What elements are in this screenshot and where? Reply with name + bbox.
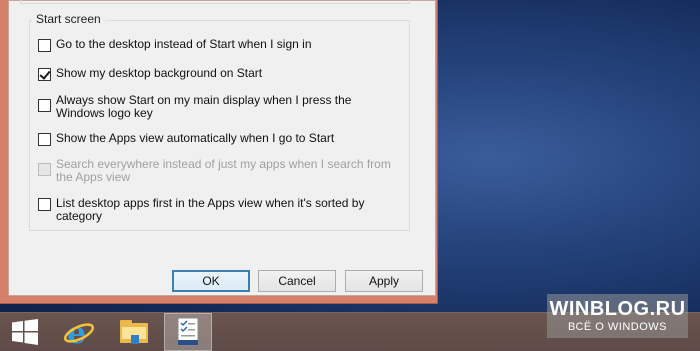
checkbox-go-to-desktop[interactable]: [38, 39, 51, 52]
previous-group-box-edge: [20, 0, 410, 4]
checkbox-show-desktop-background[interactable]: [38, 68, 51, 81]
watermark: WINBLOG.RU ВСЁ О WINDOWS: [547, 294, 688, 338]
option-show-apps-view[interactable]: Show the Apps view automatically when I …: [38, 132, 401, 146]
file-explorer-button[interactable]: [110, 313, 158, 351]
option-label: List desktop apps first in the Apps view…: [56, 196, 365, 223]
start-button[interactable]: [1, 313, 49, 351]
group-title: Start screen: [32, 12, 105, 26]
option-label: Show my desktop background on Start: [56, 66, 263, 80]
apply-button[interactable]: Apply: [345, 270, 423, 292]
taskbar-properties-button[interactable]: [164, 313, 212, 351]
cancel-button[interactable]: Cancel: [258, 270, 336, 292]
checkbox-list-desktop-apps-first[interactable]: [38, 198, 51, 211]
ok-button[interactable]: OK: [172, 270, 250, 292]
checkbox-show-apps-view[interactable]: [38, 133, 51, 146]
option-label: Search everywhere instead of just my app…: [56, 157, 391, 184]
option-label: Go to the desktop instead of Start when …: [56, 37, 312, 51]
option-label: Show the Apps view automatically when I …: [56, 131, 335, 145]
watermark-subtitle: ВСЁ О WINDOWS: [567, 321, 668, 333]
checkbox-show-start-main-display[interactable]: [38, 99, 51, 112]
option-list-desktop-apps-first[interactable]: List desktop apps first in the Apps view…: [38, 197, 401, 223]
taskbar-properties-icon: [177, 317, 199, 346]
option-go-to-desktop[interactable]: Go to the desktop instead of Start when …: [38, 38, 401, 52]
option-label: Always show Start on my main display whe…: [56, 93, 352, 120]
windows-logo-icon: [12, 319, 38, 345]
watermark-title: WINBLOG.RU: [549, 298, 686, 320]
option-show-desktop-background[interactable]: Show my desktop background on Start: [38, 67, 401, 81]
option-search-everywhere: Search everywhere instead of just my app…: [38, 158, 401, 184]
folder-icon: [120, 320, 148, 344]
checkbox-search-everywhere: [38, 163, 51, 176]
internet-explorer-icon: e: [63, 316, 95, 348]
option-show-start-main-display[interactable]: Always show Start on my main display whe…: [38, 94, 401, 120]
internet-explorer-button[interactable]: e: [55, 313, 103, 351]
